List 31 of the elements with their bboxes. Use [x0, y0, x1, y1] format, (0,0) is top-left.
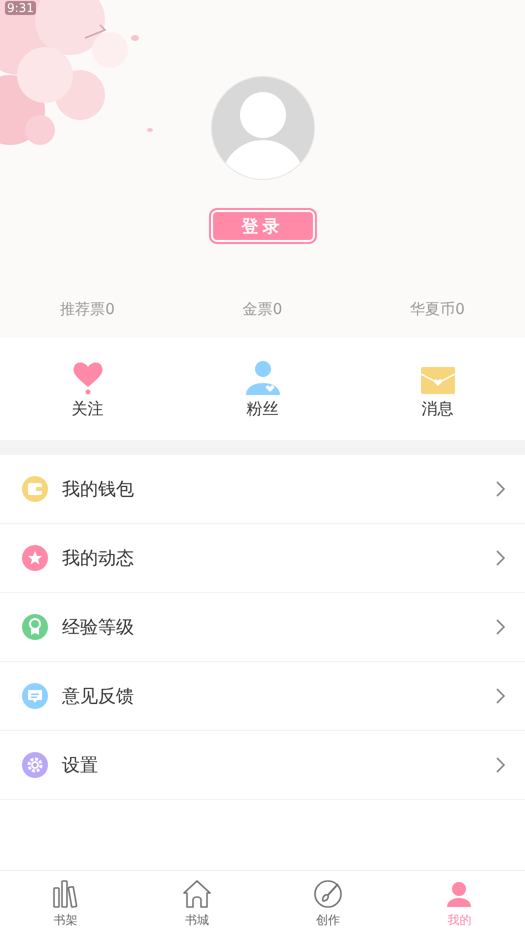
menu-item[interactable]: 我的动态	[0, 524, 525, 593]
user-icon	[445, 880, 474, 908]
chat-icon	[22, 683, 48, 709]
chevron-icon	[496, 481, 505, 497]
chevron-icon	[496, 688, 505, 704]
menu-item[interactable]: 经验等级	[0, 593, 525, 662]
wallet-icon	[22, 476, 48, 502]
quick-link[interactable]: 消息	[350, 358, 525, 420]
books-icon	[52, 880, 79, 908]
chevron-icon	[496, 757, 505, 773]
status-time: 9:31	[5, 1, 36, 15]
menu-item[interactable]: 设置	[0, 731, 525, 800]
chevron-icon	[496, 619, 505, 635]
heart-icon	[72, 361, 104, 395]
quick-link[interactable]: 关注	[0, 358, 175, 420]
tab[interactable]: 创作	[262, 871, 394, 937]
chevron-icon	[496, 550, 505, 566]
home-icon	[182, 880, 212, 908]
brush-icon	[314, 880, 342, 908]
stat-count: 推荐票0	[60, 300, 115, 319]
stat-count: 金票0	[242, 300, 282, 319]
tab[interactable]: 书城	[131, 871, 262, 937]
menu-item[interactable]: 意见反馈	[0, 662, 525, 731]
envelope-icon	[420, 367, 454, 395]
menu-item[interactable]: 我的钱包	[0, 455, 525, 524]
settings-icon	[22, 752, 48, 778]
quick-link[interactable]: 粉丝	[175, 358, 350, 420]
medal-icon	[22, 614, 48, 640]
stat-count: 华夏币0	[410, 300, 465, 319]
tab[interactable]: 书架	[0, 871, 132, 937]
user-icon	[246, 361, 280, 395]
